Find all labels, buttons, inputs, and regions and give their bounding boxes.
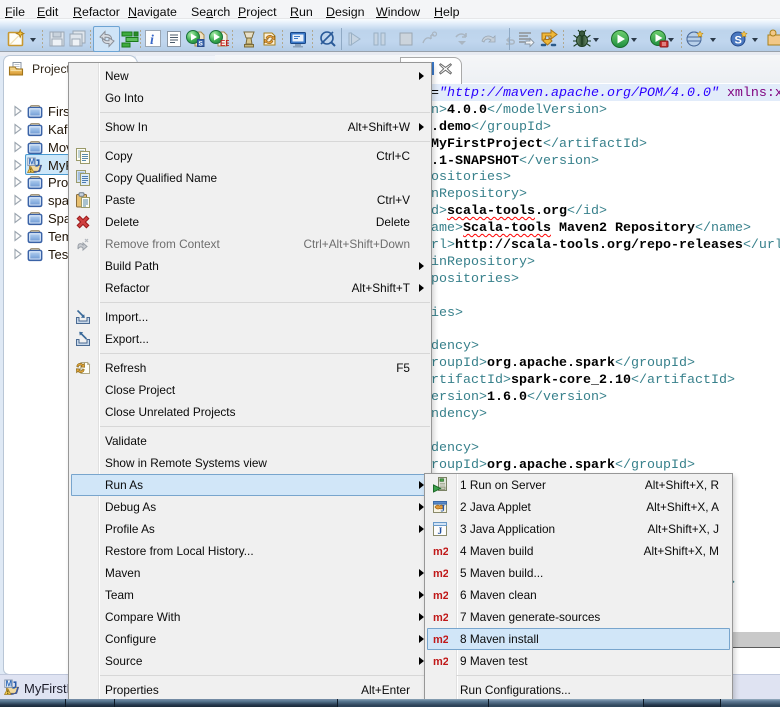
svg-text:m2: m2 <box>433 590 448 602</box>
svg-text:i: i <box>150 33 154 48</box>
svg-text:m2: m2 <box>433 546 448 558</box>
svg-text:m2: m2 <box>433 656 448 668</box>
svg-text:S: S <box>199 41 204 48</box>
svg-text:m2: m2 <box>433 568 448 580</box>
svg-text:M: M <box>6 680 13 689</box>
svg-text:J: J <box>438 527 443 537</box>
svg-text:M: M <box>29 157 35 166</box>
svg-text:EE: EE <box>220 39 229 48</box>
svg-text:m2: m2 <box>433 612 448 624</box>
svg-text:m2: m2 <box>433 634 448 646</box>
svg-text:J: J <box>441 504 446 514</box>
svg-text:S: S <box>735 35 742 47</box>
